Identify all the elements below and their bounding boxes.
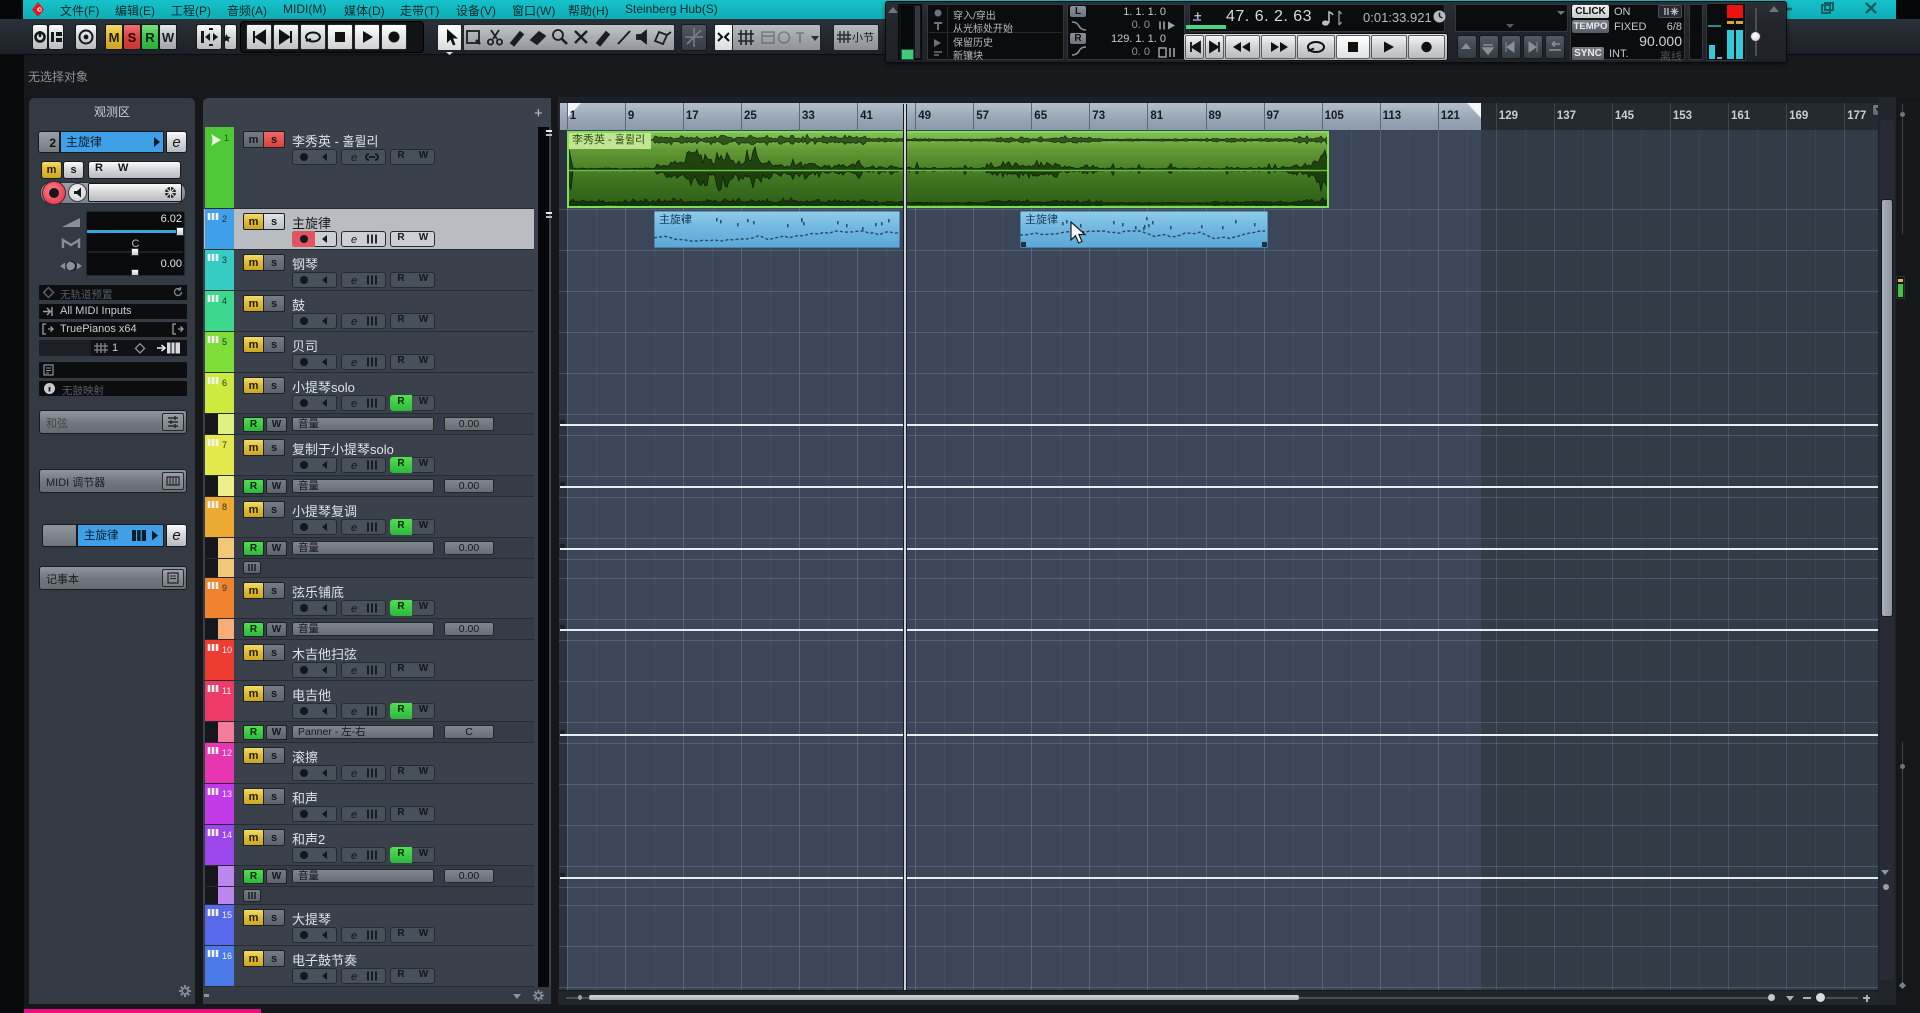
svg-text:e: e [351, 768, 357, 780]
svg-text:e: e [351, 316, 357, 328]
svg-text:e: e [351, 706, 357, 718]
svg-text:e: e [351, 275, 357, 287]
svg-text:e: e [351, 665, 357, 677]
svg-text:e: e [351, 460, 357, 472]
svg-text:e: e [351, 522, 357, 534]
svg-text:e: e [351, 930, 357, 942]
svg-text:e: e [351, 234, 357, 246]
svg-text:主旋律: 主旋律 [659, 212, 692, 226]
svg-text:e: e [351, 152, 357, 164]
svg-text:e: e [351, 603, 357, 615]
svg-text:e: e [351, 850, 357, 862]
svg-text:e: e [351, 971, 357, 983]
svg-text:e: e [351, 809, 357, 821]
svg-text:e: e [351, 357, 357, 369]
svg-text:e: e [351, 398, 357, 410]
svg-text:主旋律: 主旋律 [1025, 212, 1058, 226]
